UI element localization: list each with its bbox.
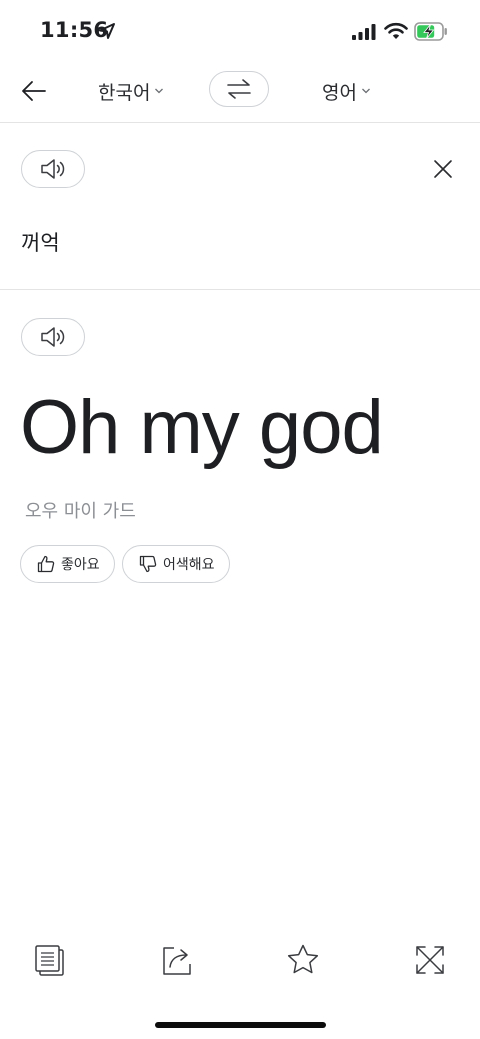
target-language-select[interactable]: 영어 bbox=[322, 76, 371, 106]
dislike-label: 어색해요 bbox=[163, 557, 215, 573]
swap-languages-button[interactable] bbox=[209, 71, 269, 107]
translation-result: Oh my god bbox=[20, 385, 384, 470]
speaker-icon bbox=[41, 159, 65, 179]
language-header: 한국어 영어 bbox=[0, 64, 480, 123]
bottom-toolbar bbox=[0, 936, 480, 986]
location-arrow-icon bbox=[99, 23, 115, 39]
source-speak-button[interactable] bbox=[21, 150, 85, 188]
cellular-signal-icon bbox=[352, 24, 376, 40]
source-text[interactable]: 꺼억 bbox=[21, 227, 60, 257]
copy-icon[interactable] bbox=[32, 942, 68, 978]
expand-icon[interactable] bbox=[412, 942, 448, 978]
swap-icon bbox=[227, 79, 251, 99]
dislike-button[interactable]: 어색해요 bbox=[122, 545, 230, 583]
home-indicator bbox=[155, 1022, 326, 1028]
like-label: 좋아요 bbox=[61, 557, 100, 573]
source-language-label: 한국어 bbox=[98, 81, 151, 104]
result-panel: Oh my god 오우 마이 가드 좋아요 어색해요 bbox=[0, 290, 480, 610]
battery-charging-icon bbox=[414, 22, 447, 41]
like-button[interactable]: 좋아요 bbox=[20, 545, 115, 583]
star-icon[interactable] bbox=[285, 942, 321, 978]
share-icon[interactable] bbox=[159, 942, 195, 978]
thumbs-down-icon bbox=[139, 555, 157, 573]
speaker-icon bbox=[41, 327, 65, 347]
close-icon[interactable] bbox=[432, 158, 454, 180]
wifi-icon bbox=[384, 22, 408, 39]
result-speak-button[interactable] bbox=[21, 318, 85, 356]
status-bar: 11:56 bbox=[0, 0, 480, 64]
chevron-down-icon bbox=[362, 88, 370, 94]
pronunciation-text: 오우 마이 가드 bbox=[25, 501, 136, 522]
back-arrow-icon[interactable] bbox=[20, 77, 48, 105]
source-panel: 꺼억 bbox=[0, 123, 480, 290]
target-language-label: 영어 bbox=[322, 81, 357, 104]
thumbs-up-icon bbox=[37, 555, 55, 573]
source-language-select[interactable]: 한국어 bbox=[98, 76, 164, 106]
chevron-down-icon bbox=[155, 88, 164, 94]
